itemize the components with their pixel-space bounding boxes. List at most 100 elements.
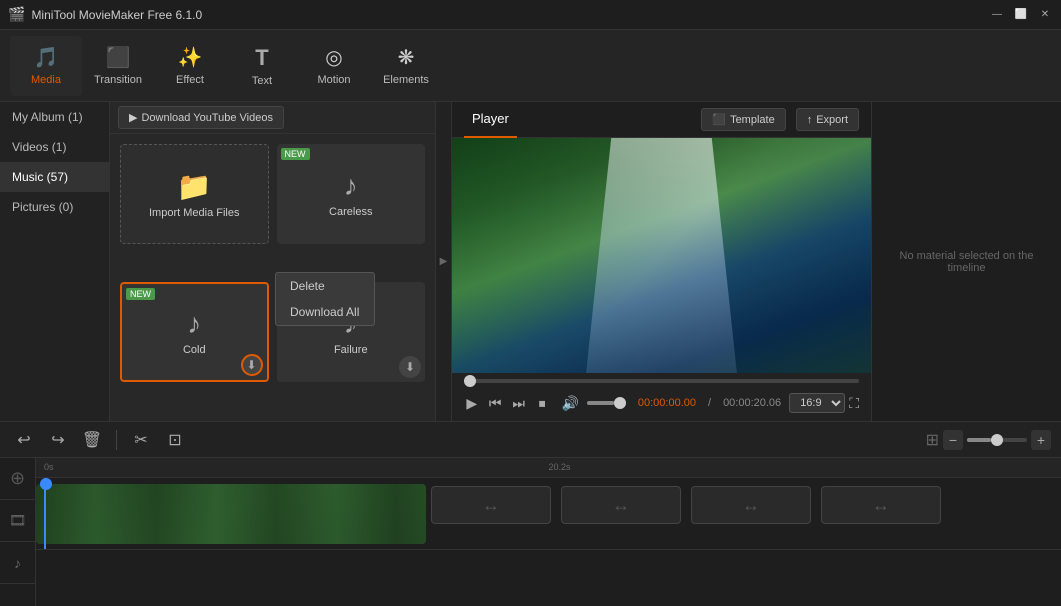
text-icon: T: [255, 45, 268, 71]
zoom-controls: ⊞ − +: [926, 430, 1051, 450]
download-button[interactable]: ⬇: [241, 354, 263, 376]
delete-button[interactable]: 🗑: [78, 426, 106, 454]
play-button[interactable]: ▶: [464, 391, 479, 415]
effect-icon: ✨: [178, 45, 203, 70]
media-grid: 📁 Import Media Files NEW ♪ Careless NEW …: [110, 134, 435, 421]
prev-button[interactable]: ⏮: [487, 391, 502, 415]
transition-icon: ⬛: [106, 45, 131, 70]
zoom-out-button[interactable]: −: [943, 430, 963, 450]
cut-button[interactable]: ✂: [127, 426, 155, 454]
toolbar-transition[interactable]: ⬛ Transition: [82, 36, 154, 96]
player-header: Player ⬛ Template ↑ Export: [452, 102, 871, 138]
download-youtube-button[interactable]: ▶ Download YouTube Videos: [118, 106, 284, 129]
transition-slot-4[interactable]: ↔: [821, 486, 941, 524]
undo-button[interactable]: ↩: [10, 426, 38, 454]
music-card-cold[interactable]: NEW ♪ Cold ⬇: [120, 282, 269, 382]
main-area: My Album (1) Videos (1) Music (57) Pictu…: [0, 102, 1061, 421]
toolbar-media[interactable]: 🎵 Media: [10, 36, 82, 96]
aspect-dropdown[interactable]: 16:9 4:3 1:1: [789, 393, 845, 413]
context-download-all[interactable]: Download All: [276, 299, 374, 325]
media-toolbar: ▶ Download YouTube Videos: [110, 102, 435, 134]
video-preview: [452, 138, 871, 373]
toolbar-effect[interactable]: ✨ Effect: [154, 36, 226, 96]
stop-button[interactable]: ⏹: [534, 391, 549, 415]
timeline-content: ⊕ 🎞 ♪ 0s 20.2s ↔ ↔: [0, 458, 1061, 606]
export-icon: ↑: [807, 114, 813, 126]
clip-thumbnail: [36, 484, 426, 544]
player-controls: ▶ ⏮ ⏭ ⏹ 🔊 00:00:00.00 / 00:00:20.06: [452, 373, 871, 421]
time-total: 00:00:20.06: [723, 397, 781, 409]
zoom-thumb[interactable]: [991, 434, 1003, 446]
playhead[interactable]: [44, 478, 46, 549]
music-note-icon: ♪: [187, 308, 201, 340]
media-panel: ▶ Download YouTube Videos 📁 Import Media…: [110, 102, 435, 421]
media-icon: 🎵: [34, 45, 59, 70]
toolbar-elements[interactable]: ❋ Elements: [370, 36, 442, 96]
fullscreen-button[interactable]: ⛶: [849, 395, 859, 412]
transition-slot-3[interactable]: ↔: [691, 486, 811, 524]
volume-slider[interactable]: [587, 401, 626, 405]
time-current: 00:00:00.00: [638, 397, 696, 409]
player-header-actions: ⬛ Template ↑ Export: [701, 108, 859, 131]
audio-track: [36, 550, 1061, 570]
video-clip[interactable]: [36, 484, 426, 544]
zoom-slider[interactable]: [967, 438, 1027, 442]
template-button[interactable]: ⬛ Template: [701, 108, 785, 131]
template-icon: ⬛: [712, 113, 726, 126]
timeline-tracks: 0s 20.2s ↔ ↔ ↔ ↔: [36, 458, 1061, 606]
context-delete[interactable]: Delete: [276, 273, 374, 299]
zoom-in-button[interactable]: +: [1031, 430, 1051, 450]
collapse-panel-button[interactable]: ▶: [435, 102, 451, 421]
toolbar-separator: [116, 430, 117, 450]
no-material-message: No material selected on the timeline: [872, 234, 1061, 290]
aspect-ratio-selector: 16:9 4:3 1:1 ⛶: [789, 393, 859, 413]
sidebar-item-videos[interactable]: Videos (1): [0, 132, 109, 162]
close-button[interactable]: ✕: [1037, 7, 1053, 23]
right-panel: No material selected on the timeline: [871, 102, 1061, 421]
tab-player[interactable]: Player: [464, 102, 517, 138]
transition-slot-1[interactable]: ↔: [431, 486, 551, 524]
progress-thumb[interactable]: [464, 375, 476, 387]
controls-row: ▶ ⏮ ⏭ ⏹ 🔊 00:00:00.00 / 00:00:20.06: [464, 391, 859, 415]
video-display: [452, 138, 871, 373]
progress-bar[interactable]: [464, 379, 859, 383]
elements-icon: ❋: [398, 45, 415, 70]
ruler-mark-0: 0s: [44, 462, 54, 472]
volume-thumb[interactable]: [614, 397, 626, 409]
volume-fill: [587, 401, 614, 405]
audio-track-icon: ♪: [0, 542, 35, 584]
music-card-careless[interactable]: NEW ♪ Careless: [277, 144, 426, 244]
restore-button[interactable]: ⬜: [1013, 7, 1029, 23]
export-button[interactable]: ↑ Export: [796, 108, 859, 131]
volume-icon: 🔊: [562, 395, 579, 412]
toolbar-motion[interactable]: ◎ Motion: [298, 36, 370, 96]
timeline-toolbar: ↩ ↪ 🗑 ✂ ⊡ ⊞ − +: [0, 422, 1061, 458]
timeline-track-icons: ⊕ 🎞 ♪: [0, 458, 36, 606]
toolbar-text[interactable]: T Text: [226, 36, 298, 96]
download-button[interactable]: ⬇: [399, 356, 421, 378]
add-track-icon[interactable]: ⊕: [0, 458, 35, 500]
app-title: MiniTool MovieMaker Free 6.1.0: [31, 8, 989, 22]
video-track: ↔ ↔ ↔ ↔: [36, 478, 1061, 550]
import-media-card[interactable]: 📁 Import Media Files: [120, 144, 269, 244]
transition-slot-2[interactable]: ↔: [561, 486, 681, 524]
minimize-button[interactable]: —: [989, 7, 1005, 23]
folder-icon: 📁: [177, 170, 212, 203]
sidebar-item-music[interactable]: Music (57): [0, 162, 109, 192]
redo-button[interactable]: ↪: [44, 426, 72, 454]
window-controls: — ⬜ ✕: [989, 7, 1053, 23]
crop-button[interactable]: ⊡: [161, 426, 189, 454]
music-note-icon: ♪: [344, 170, 358, 202]
time-ruler: 0s 20.2s: [36, 458, 1061, 478]
new-badge: NEW: [281, 148, 310, 160]
app-icon: 🎬: [8, 6, 25, 23]
playhead-head: [40, 478, 52, 490]
player-area: Player ⬛ Template ↑ Export ▶: [451, 102, 871, 421]
context-menu: Delete Download All: [275, 272, 375, 326]
zoom-fill: [967, 438, 991, 442]
sidebar-item-pictures[interactable]: Pictures (0): [0, 192, 109, 222]
timeline-area: ↩ ↪ 🗑 ✂ ⊡ ⊞ − + ⊕ 🎞 ♪ 0s 20.2s: [0, 421, 1061, 606]
video-track-icon: 🎞: [0, 500, 35, 542]
next-button[interactable]: ⏭: [511, 391, 526, 415]
sidebar-item-album[interactable]: My Album (1): [0, 102, 109, 132]
